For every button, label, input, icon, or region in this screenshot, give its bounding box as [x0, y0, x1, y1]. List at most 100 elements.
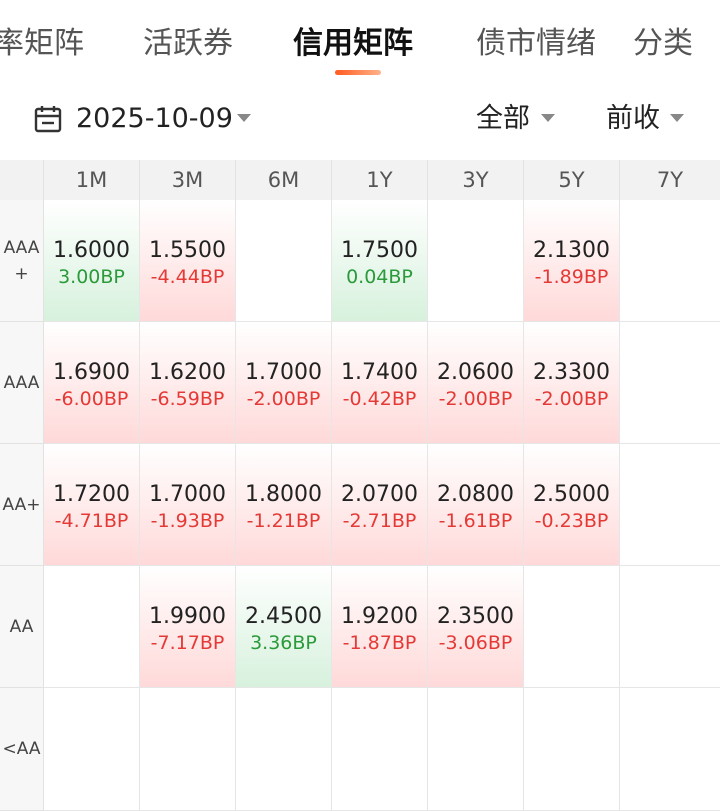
matrix-cell-aaa-5y[interactable]: 2.3300 -2.00BP — [524, 322, 620, 444]
bp-change: 0.04BP — [346, 266, 413, 288]
row-label-aa: AA — [0, 566, 44, 688]
bp-change: -1.93BP — [150, 510, 225, 532]
tab-active-bonds[interactable]: 活跃券 — [143, 24, 233, 64]
matrix-cell-aa-1m — [44, 566, 140, 688]
bp-change: -2.00BP — [534, 388, 609, 410]
bp-change: -1.61BP — [438, 510, 513, 532]
tab-bond-sentiment[interactable]: 债市情绪 — [476, 24, 596, 64]
column-header-1m: 1M — [44, 160, 140, 200]
column-header-6m: 6M — [236, 160, 332, 200]
row-label-below-aa: <AA — [0, 688, 44, 811]
yield-value: 1.6200 — [149, 360, 226, 385]
compare-label: 前收 — [606, 103, 660, 134]
matrix-cell-aa-plus-6m[interactable]: 1.8000 -1.21BP — [236, 444, 332, 566]
bp-change: 3.36BP — [250, 632, 317, 654]
matrix-cell-aaa-7y — [620, 322, 720, 444]
matrix-cell-aa-plus-7y — [620, 444, 720, 566]
matrix-cell-aaa-plus-7y — [620, 200, 720, 322]
matrix-cell-aa-3m[interactable]: 1.9900 -7.17BP — [140, 566, 236, 688]
bp-change: -1.87BP — [342, 632, 417, 654]
column-header-5y: 5Y — [524, 160, 620, 200]
bp-change: -1.21BP — [246, 510, 321, 532]
matrix-cell-below-aa-1y — [332, 688, 428, 811]
yield-value: 1.8000 — [245, 482, 322, 507]
header-corner — [0, 160, 44, 200]
matrix-cell-below-aa-3y — [428, 688, 524, 811]
yield-value: 1.7000 — [245, 360, 322, 385]
matrix-cell-aa-3y[interactable]: 2.3500 -3.06BP — [428, 566, 524, 688]
matrix-cell-aa-plus-1m[interactable]: 1.7200 -4.71BP — [44, 444, 140, 566]
bp-change: -7.17BP — [150, 632, 225, 654]
credit-matrix-table: 1M 3M 6M 1Y 3Y 5Y 7Y AAA +1.6000 3.00BP 1.5… — [0, 160, 720, 811]
row-label-text: AA — [9, 616, 34, 637]
column-header-3y: 3Y — [428, 160, 524, 200]
matrix-cell-aa-7y — [620, 566, 720, 688]
tab-category[interactable]: 分类 — [633, 24, 693, 64]
matrix-cell-below-aa-7y — [620, 688, 720, 811]
yield-value: 2.0700 — [341, 482, 418, 507]
matrix-cell-aaa-plus-1y[interactable]: 1.7500 0.04BP — [332, 200, 428, 322]
matrix-cell-aa-5y — [524, 566, 620, 688]
matrix-cell-aaa-plus-1m[interactable]: 1.6000 3.00BP — [44, 200, 140, 322]
matrix-cell-aaa-3y[interactable]: 2.0600 -2.00BP — [428, 322, 524, 444]
yield-value: 1.9900 — [149, 604, 226, 629]
filter-bar: 2025-10-09 全部 前收 — [0, 92, 720, 148]
bp-change: 3.00BP — [58, 266, 125, 288]
calendar-icon — [34, 106, 62, 133]
yield-value: 2.3300 — [533, 360, 610, 385]
bp-change: -3.06BP — [438, 632, 513, 654]
top-tab-bar: 率矩阵 活跃券 信用矩阵 债市情绪 分类 — [0, 0, 720, 90]
row-label-aa-plus: AA+ — [0, 444, 44, 566]
yield-value: 2.0600 — [437, 360, 514, 385]
matrix-cell-aa-1y[interactable]: 1.9200 -1.87BP — [332, 566, 428, 688]
yield-value: 2.4500 — [245, 604, 322, 629]
bp-change: -1.89BP — [534, 266, 609, 288]
tab-credit-matrix[interactable]: 信用矩阵 — [293, 24, 413, 64]
matrix-cell-aa-6m[interactable]: 2.4500 3.36BP — [236, 566, 332, 688]
matrix-cell-aaa-1m[interactable]: 1.6900 -6.00BP — [44, 322, 140, 444]
active-tab-indicator — [335, 70, 381, 75]
matrix-cell-aa-plus-3y[interactable]: 2.0800 -1.61BP — [428, 444, 524, 566]
yield-value: 1.7400 — [341, 360, 418, 385]
bp-change: -4.71BP — [54, 510, 129, 532]
row-label-text: AA+ — [2, 494, 41, 515]
yield-value: 1.6900 — [53, 360, 130, 385]
yield-value: 1.7200 — [53, 482, 130, 507]
matrix-cell-aa-plus-1y[interactable]: 2.0700 -2.71BP — [332, 444, 428, 566]
matrix-cell-aa-plus-3m[interactable]: 1.7000 -1.93BP — [140, 444, 236, 566]
yield-value: 1.7000 — [149, 482, 226, 507]
yield-value: 2.3500 — [437, 604, 514, 629]
yield-value: 1.5500 — [149, 238, 226, 263]
column-header-7y: 7Y — [620, 160, 720, 200]
row-label-text: AAA — [3, 372, 40, 393]
matrix-cell-aaa-6m[interactable]: 1.7000 -2.00BP — [236, 322, 332, 444]
row-label-aaa: AAA — [0, 322, 44, 444]
row-label-text: <AA — [2, 739, 41, 759]
bp-change: -0.42BP — [342, 388, 417, 410]
matrix-cell-aa-plus-5y[interactable]: 2.5000 -0.23BP — [524, 444, 620, 566]
matrix-cell-aaa-3m[interactable]: 1.6200 -6.59BP — [140, 322, 236, 444]
bp-change: -2.00BP — [246, 388, 321, 410]
matrix-cell-below-aa-1m — [44, 688, 140, 811]
matrix-cell-aaa-plus-5y[interactable]: 2.1300 -1.89BP — [524, 200, 620, 322]
matrix-cell-aaa-plus-3y — [428, 200, 524, 322]
column-header-3m: 3M — [140, 160, 236, 200]
yield-value: 2.0800 — [437, 482, 514, 507]
scope-dropdown[interactable]: 全部 — [470, 92, 570, 148]
yield-value: 2.5000 — [533, 482, 610, 507]
compare-chevron-down-icon — [670, 114, 684, 122]
compare-dropdown[interactable]: 前收 — [600, 92, 700, 148]
row-label-aaa-plus: AAA + — [0, 200, 44, 322]
bp-change: -6.00BP — [54, 388, 129, 410]
row-label-text-line2: + — [14, 263, 29, 284]
matrix-cell-below-aa-6m — [236, 688, 332, 811]
date-picker[interactable]: 2025-10-09 — [0, 92, 270, 148]
matrix-cell-aaa-plus-3m[interactable]: 1.5500 -4.44BP — [140, 200, 236, 322]
bp-change: -2.00BP — [438, 388, 513, 410]
bp-change: -4.44BP — [150, 266, 225, 288]
row-label-text: AAA — [3, 237, 40, 258]
tab-rate-matrix[interactable]: 率矩阵 — [0, 24, 84, 64]
bp-change: -2.71BP — [342, 510, 417, 532]
matrix-cell-aaa-1y[interactable]: 1.7400 -0.42BP — [332, 322, 428, 444]
column-header-1y: 1Y — [332, 160, 428, 200]
